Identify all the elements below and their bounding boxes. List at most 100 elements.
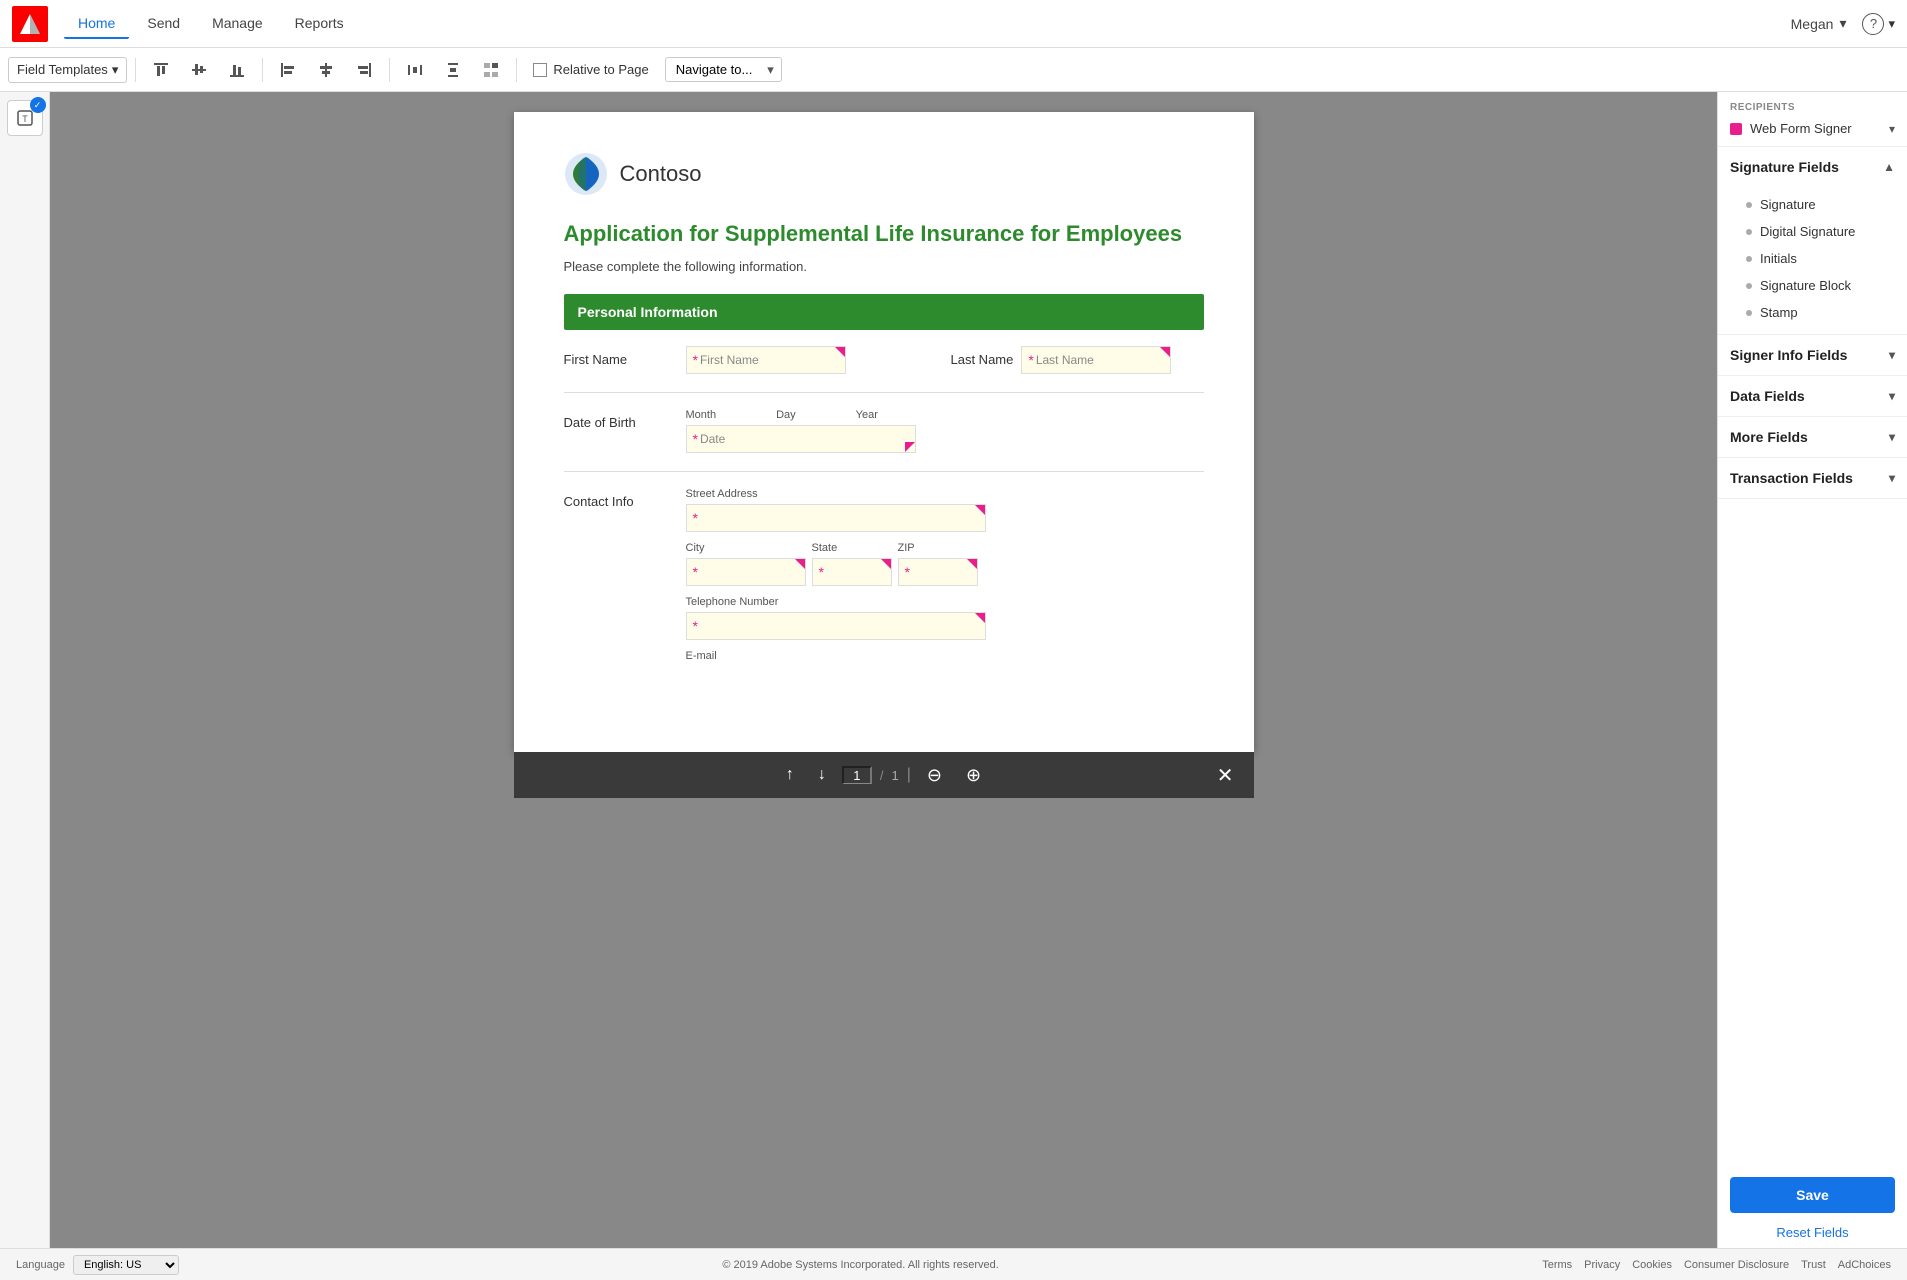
distribute-h-icon <box>406 61 424 79</box>
nav-home[interactable]: Home <box>64 9 129 39</box>
align-left-button[interactable] <box>271 57 305 83</box>
more-fields-header[interactable]: More Fields ▾ <box>1718 417 1907 457</box>
page-down-button[interactable]: ↓ <box>810 762 834 788</box>
privacy-link[interactable]: Privacy <box>1584 1259 1620 1271</box>
day-label: Day <box>776 409 796 421</box>
section-personal-header: Personal Information <box>564 294 1204 330</box>
align-right-icon <box>355 61 373 79</box>
signature-block-item[interactable]: Signature Block <box>1734 272 1907 299</box>
terms-link[interactable]: Terms <box>1542 1259 1572 1271</box>
footer-links: Terms Privacy Cookies Consumer Disclosur… <box>1542 1259 1891 1271</box>
nav-send[interactable]: Send <box>133 9 194 39</box>
last-name-placeholder: Last Name <box>1036 353 1094 367</box>
signature-fields-header[interactable]: Signature Fields ▲ <box>1718 147 1907 187</box>
phone-field[interactable]: * <box>686 612 986 640</box>
stamp-item-dot <box>1746 310 1752 316</box>
cookies-link[interactable]: Cookies <box>1632 1259 1672 1271</box>
separator-2 <box>262 58 263 82</box>
save-button[interactable]: Save <box>1730 1177 1895 1213</box>
required-indicator-8: * <box>693 618 698 634</box>
signature-block-item-dot <box>1746 283 1752 289</box>
recipient-name: Web Form Signer <box>1750 121 1852 136</box>
align-left-icon <box>279 61 297 79</box>
user-chevron-icon: ▾ <box>1839 15 1846 32</box>
page-up-button[interactable]: ↑ <box>778 762 802 788</box>
street-field[interactable]: * <box>686 504 986 532</box>
year-label: Year <box>856 409 878 421</box>
field-corner-marker-5 <box>795 559 805 569</box>
data-fields-header[interactable]: Data Fields ▾ <box>1718 376 1907 416</box>
align-top-button[interactable] <box>144 57 178 83</box>
navigate-dropdown[interactable]: Navigate to... <box>665 57 782 82</box>
zoom-out-button[interactable]: ⊖ <box>919 763 950 788</box>
state-field[interactable]: * <box>812 558 892 586</box>
language-select[interactable]: English: US <box>73 1255 179 1275</box>
copyright-text: © 2019 Adobe Systems Incorporated. All r… <box>722 1259 999 1271</box>
recipient-info: Web Form Signer <box>1730 121 1852 136</box>
signature-fields-chevron-icon: ▲ <box>1883 160 1895 174</box>
distribute-v-button[interactable] <box>436 57 470 83</box>
more-fields-section: More Fields ▾ <box>1718 417 1907 458</box>
signature-item[interactable]: Signature <box>1734 191 1907 218</box>
initials-item[interactable]: Initials <box>1734 245 1907 272</box>
relative-to-page-control[interactable]: Relative to Page <box>533 62 648 77</box>
field-corner-marker <box>835 347 845 357</box>
trust-link[interactable]: Trust <box>1801 1259 1826 1271</box>
dob-row: Date of Birth Month Day Year * Date <box>564 409 1204 453</box>
required-indicator-6: * <box>819 564 824 580</box>
more-fields-chevron-icon: ▾ <box>1889 430 1895 444</box>
nav-items: Home Send Manage Reports <box>64 9 1791 39</box>
distribute-h-button[interactable] <box>398 57 432 83</box>
help-button[interactable]: ? ▾ <box>1862 13 1895 35</box>
align-right-button[interactable] <box>347 57 381 83</box>
recipient-expand-icon[interactable]: ▾ <box>1889 122 1895 136</box>
required-indicator: * <box>693 352 698 368</box>
navigate-dropdown-wrap: Navigate to... <box>665 57 782 82</box>
align-middle-v-button[interactable] <box>182 57 216 83</box>
zip-field[interactable]: * <box>898 558 978 586</box>
left-panel-tool-button[interactable]: T ✓ <box>7 100 43 136</box>
relative-to-page-checkbox[interactable] <box>533 63 547 77</box>
field-corner-marker-4 <box>975 505 985 515</box>
tool-badge: ✓ <box>30 97 46 113</box>
align-bottom-button[interactable] <box>220 57 254 83</box>
adchoices-link[interactable]: AdChoices <box>1838 1259 1891 1271</box>
separator-1 <box>135 58 136 82</box>
last-name-field[interactable]: * Last Name <box>1021 346 1171 374</box>
signer-info-chevron-icon: ▾ <box>1889 348 1895 362</box>
left-panel: T ✓ <box>0 92 50 1248</box>
align-top-icon <box>152 61 170 79</box>
signature-fields-label: Signature Fields <box>1730 159 1839 175</box>
consumer-disclosure-link[interactable]: Consumer Disclosure <box>1684 1259 1789 1271</box>
user-menu[interactable]: Megan ▾ <box>1791 15 1847 32</box>
document: Contoso Application for Supplemental Lif… <box>514 112 1254 752</box>
stamp-item[interactable]: Stamp <box>1734 299 1907 326</box>
recipient-row: Web Form Signer ▾ <box>1730 121 1895 136</box>
bottom-bar: ↑ ↓ 1 / 1 | ⊖ ⊕ ✕ <box>514 752 1254 798</box>
align-center-h-button[interactable] <box>309 57 343 83</box>
date-field[interactable]: * Date <box>686 425 916 453</box>
close-button[interactable]: ✕ <box>1217 763 1234 788</box>
page-number-input[interactable]: 1 <box>842 766 872 784</box>
required-indicator-2: * <box>1028 352 1033 368</box>
transaction-fields-chevron-icon: ▾ <box>1889 471 1895 485</box>
zoom-in-button[interactable]: ⊕ <box>958 763 989 788</box>
reset-fields-button[interactable]: Reset Fields <box>1718 1225 1907 1248</box>
signer-info-header[interactable]: Signer Info Fields ▾ <box>1718 335 1907 375</box>
digital-signature-item[interactable]: Digital Signature <box>1734 218 1907 245</box>
field-templates-dropdown[interactable]: Field Templates ▾ <box>8 57 127 83</box>
top-bar: Home Send Manage Reports Megan ▾ ? ▾ <box>0 0 1907 48</box>
contact-fields: Street Address * City State ZIP * <box>686 488 986 662</box>
resize-button[interactable] <box>474 57 508 83</box>
separator-3 <box>389 58 390 82</box>
transaction-fields-header[interactable]: Transaction Fields ▾ <box>1718 458 1907 498</box>
adobe-logo <box>12 6 48 42</box>
align-middle-v-icon <box>190 61 208 79</box>
signature-fields-body: Signature Digital Signature Initials Sig… <box>1718 187 1907 334</box>
first-name-field[interactable]: * First Name <box>686 346 846 374</box>
city-field[interactable]: * <box>686 558 806 586</box>
nav-reports[interactable]: Reports <box>281 9 358 39</box>
nav-manage[interactable]: Manage <box>198 9 277 39</box>
divider-1 <box>564 392 1204 393</box>
dob-sublabels: Month Day Year <box>686 409 916 421</box>
